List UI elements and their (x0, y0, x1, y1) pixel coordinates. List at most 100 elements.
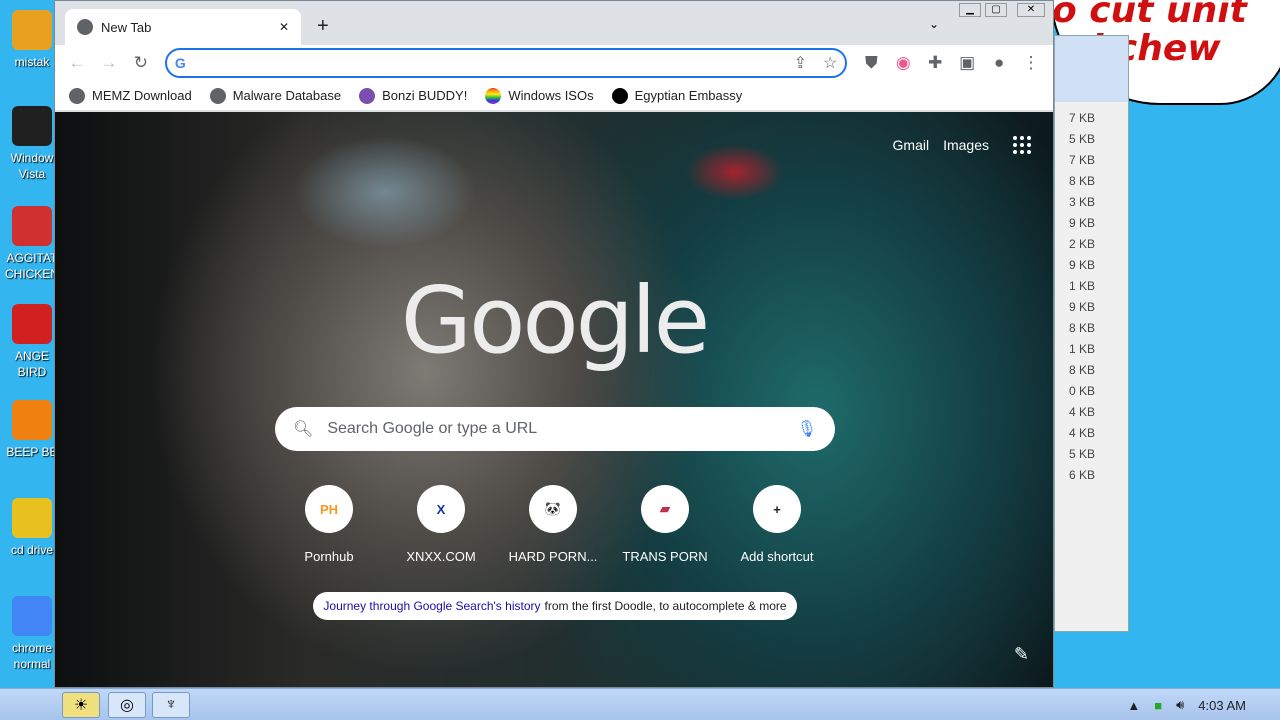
reload-icon[interactable]: ↻ (127, 49, 155, 77)
globe-icon (69, 87, 85, 104)
chrome-icon (77, 19, 93, 35)
desktop-icon-label: ANGE BIRD (14, 349, 49, 379)
clock[interactable]: 4:03 AM (1198, 698, 1246, 713)
minimize-button[interactable]: ▁ (959, 3, 981, 17)
volume-icon[interactable]: 🔊︎ (1176, 697, 1184, 713)
bookmark-item[interactable]: MEMZ Download (69, 87, 192, 104)
shortcut-icon: ▰ (641, 485, 689, 533)
forward-icon[interactable]: → (95, 49, 123, 77)
file-size: 4 KB (1069, 426, 1096, 440)
profile-avatar-icon[interactable]: ● (985, 49, 1013, 77)
shortcut-icon: 🐼 (529, 485, 577, 533)
shortcut-label: TRANS PORN (622, 549, 708, 564)
shortcut-tile[interactable]: X XNXX.COM (385, 485, 497, 564)
shortcut-label: Add shortcut (740, 549, 814, 564)
tab-strip: New Tab ✕ + ⌄ ▁ ▢ ✕ (55, 1, 1053, 45)
file-size: 7 KB (1069, 153, 1096, 167)
shortcut-label: XNXX.COM (406, 549, 476, 564)
desktop-icon[interactable]: BEEP BE (4, 400, 60, 460)
desktop-icon-label: cd drive (10, 543, 54, 557)
tray-arrow-icon[interactable]: ▲ (1127, 698, 1140, 713)
images-link[interactable]: Images (943, 137, 989, 153)
doodle-promo[interactable]: Journey through Google Search's history … (313, 592, 797, 620)
bookmark-item[interactable]: Bonzi BUDDY! (359, 87, 468, 104)
extensions-puzzle-icon[interactable]: ✚ (921, 49, 949, 77)
background-window[interactable]: 7 KB 5 KB 7 KB 8 KB 3 KB 9 KB 2 KB 9 KB 1 KB 9 KB… (1054, 35, 1129, 632)
desktop-icon-label: Window Vista (10, 151, 54, 181)
start-button[interactable]: ☀ (62, 692, 100, 718)
shortcut-icon: PH (305, 485, 353, 533)
ublock-icon[interactable]: ⛊ (857, 49, 885, 77)
system-tray: ▲ ■ 🔊︎ 4:03 AM (1115, 689, 1280, 720)
share-icon[interactable]: ⇪ (794, 53, 807, 73)
file-size: 3 KB (1069, 195, 1096, 209)
file-size: 5 KB (1069, 132, 1096, 146)
bonzi-icon (359, 87, 376, 104)
file-size: 4 KB (1069, 405, 1096, 419)
new-tab-button[interactable]: + (317, 15, 329, 38)
desktop-icon[interactable]: chrome normal (4, 596, 60, 672)
maximize-button[interactable]: ▢ (985, 3, 1007, 17)
microphone-icon[interactable]: 🎙︎ (797, 419, 817, 439)
shortcut-tile[interactable]: 🐼 HARD PORN... (497, 485, 609, 564)
desktop-icon-image (12, 206, 52, 246)
file-size: 8 KB (1069, 321, 1096, 335)
desktop-icon-image (12, 106, 52, 146)
file-size: 9 KB (1069, 300, 1096, 314)
google-logo: Google (400, 267, 710, 374)
globe-icon (209, 87, 226, 104)
top-links: Gmail Images (893, 136, 1031, 154)
address-bar[interactable]: G ⇪ ☆ (164, 48, 848, 78)
desktop-icon[interactable]: Window Vista (4, 106, 60, 182)
desktop-icon-image (12, 498, 52, 538)
tab-search-icon[interactable]: ⌄ (929, 17, 939, 31)
desktop-icon-image (12, 10, 52, 50)
address-input[interactable] (191, 55, 788, 71)
tab-title: New Tab (101, 19, 152, 35)
bookmark-label: Bonzi BUDDY! (382, 88, 468, 103)
search-box[interactable]: 🔍︎ Search Google or type a URL 🎙︎ (275, 407, 835, 451)
shortcut-icon: X (417, 485, 465, 533)
search-icon: 🔍︎ (293, 421, 314, 438)
file-size: 6 KB (1069, 468, 1096, 482)
close-window-button[interactable]: ✕ (1017, 3, 1045, 17)
search-placeholder[interactable]: Search Google or type a URL (327, 420, 782, 438)
menu-kebab-icon[interactable]: ⋮ (1017, 49, 1045, 77)
toolbar: ← → ↻ G ⇪ ☆ ⛊ ◉ ✚ ▣ ● ⋮ (55, 45, 1053, 81)
shortcut-tile[interactable]: + Add shortcut (721, 485, 833, 564)
bookmark-item[interactable]: Windows ISOs (485, 87, 594, 104)
desktop-icon[interactable]: AGGITAT CHICKEN (4, 206, 60, 282)
file-size: 2 KB (1069, 237, 1096, 251)
extension-flag-icon[interactable]: ◉ (889, 49, 917, 77)
tab-close-icon[interactable]: ✕ (279, 20, 289, 34)
shortcut-tile[interactable]: PH Pornhub (273, 485, 385, 564)
file-size: 8 KB (1069, 174, 1096, 188)
taskbar-app[interactable]: ♆ (152, 692, 190, 718)
desktop-icon-label: BEEP BE (6, 445, 58, 459)
shortcut-label: Pornhub (304, 549, 354, 564)
shortcut-icon: + (753, 485, 801, 533)
taskbar-chrome[interactable]: ◎ (108, 692, 146, 718)
shortcuts-row: PH Pornhub X XNXX.COM 🐼 HARD PORN... ▰ TRANS PO… (273, 485, 833, 564)
bookmark-item[interactable]: Egyptian Embassy (611, 87, 743, 104)
tab-new-tab[interactable]: New Tab ✕ (65, 9, 301, 45)
bookmark-item[interactable]: Malware Database (209, 87, 342, 104)
side-panel-icon[interactable]: ▣ (953, 49, 981, 77)
desktop-icon[interactable]: cd drive (4, 498, 60, 558)
back-icon[interactable]: ← (63, 49, 91, 77)
google-g-icon: G (174, 55, 186, 71)
bg-window-header (1055, 36, 1128, 102)
desktop-icon[interactable]: mistak (4, 10, 60, 70)
new-tab-page: Gmail Images Google 🔍︎ Search Google or … (55, 112, 1053, 687)
bookmark-star-icon[interactable]: ☆ (823, 53, 837, 73)
desktop-icon[interactable]: ANGE BIRD (4, 304, 60, 380)
bookmark-label: Egyptian Embassy (634, 88, 743, 103)
apps-grid-icon[interactable] (1013, 136, 1031, 154)
promo-link[interactable]: Journey through Google Search's history (323, 599, 540, 613)
shortcut-tile[interactable]: ▰ TRANS PORN (609, 485, 721, 564)
file-size-column: 7 KB 5 KB 7 KB 8 KB 3 KB 9 KB 2 KB 9 KB 1 KB 9 KB… (1055, 102, 1128, 486)
network-icon[interactable]: ■ (1154, 698, 1162, 713)
gmail-link[interactable]: Gmail (893, 137, 930, 153)
customize-pencil-icon[interactable]: ✎ (1014, 644, 1029, 665)
bookmark-label: Malware Database (232, 88, 342, 103)
